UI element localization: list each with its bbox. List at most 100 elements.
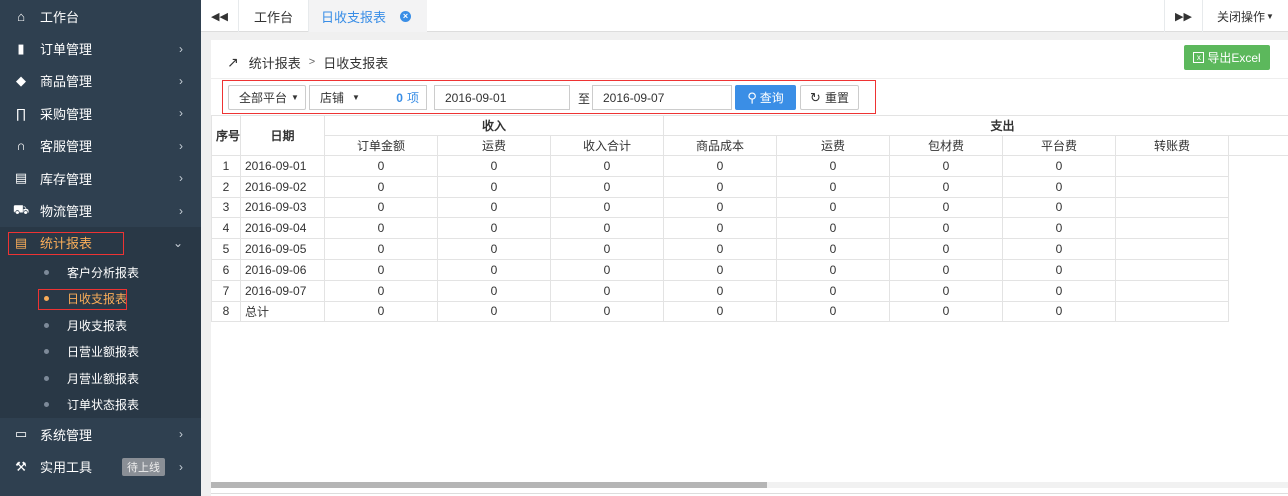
tab-workbench[interactable]: 工作台 <box>239 0 309 32</box>
cell-value: 0 <box>663 238 778 260</box>
sidebar-item-purchase[interactable]: ∏ 采购管理 › <box>0 97 201 129</box>
cell-value: 0 <box>549 217 665 240</box>
sidebar-item-orders[interactable]: ▮ 订单管理 › <box>0 32 201 64</box>
cell-date: 总计 <box>240 300 325 323</box>
chevron-right-icon: › <box>179 138 183 153</box>
chevron-right-icon: › <box>179 459 183 474</box>
submenu-label: 月营业额报表 <box>67 371 140 386</box>
divider <box>211 78 1288 79</box>
sidebar-item-label: 商品管理 <box>40 74 93 90</box>
home-icon: ⌂ <box>17 8 25 24</box>
table-row: 4 2016-09-04 0 0 0 0 0 0 0 <box>211 217 1288 240</box>
column-header-index: 序号 <box>211 115 241 156</box>
caret-down-icon: ▼ <box>352 93 360 102</box>
sidebar-item-service[interactable]: ∩ 客服管理 › <box>0 130 201 162</box>
horizontal-scrollbar[interactable] <box>211 482 1288 488</box>
export-excel-button[interactable]: x 导出Excel <box>1184 45 1270 70</box>
cell-value: 0 <box>776 279 891 302</box>
cell-value <box>1115 196 1230 219</box>
caret-down-icon: ▼ <box>291 93 299 102</box>
column-group-income: 收入 <box>323 115 665 136</box>
cell-index: 6 <box>211 258 241 281</box>
cell-value: 0 <box>324 258 438 281</box>
cell-value: 0 <box>1002 175 1117 198</box>
submenu-label: 月收支报表 <box>67 318 128 333</box>
cell-value: 0 <box>663 175 778 198</box>
cell-value: 0 <box>324 300 438 323</box>
cell-value: 0 <box>663 217 778 240</box>
submenu-item-monthly-income-expense[interactable]: 月收支报表 <box>0 312 201 339</box>
cell-value: 0 <box>437 258 551 281</box>
cell-date: 2016-09-06 <box>240 258 325 281</box>
sidebar-item-tools[interactable]: ⚒ 实用工具 待上线 › <box>0 451 201 483</box>
submenu-label: 订单状态报表 <box>67 398 140 413</box>
cell-date: 2016-09-02 <box>240 175 325 198</box>
cell-value: 0 <box>549 300 665 323</box>
column-header: 转账费 <box>1115 135 1230 156</box>
column-header: 订单金额 <box>324 135 438 156</box>
sidebar-item-logistics[interactable]: ⛟ 物流管理 › <box>0 194 201 226</box>
chevron-right-icon: › <box>179 106 183 121</box>
cell-value: 0 <box>1002 300 1117 323</box>
cell-value <box>1115 217 1230 240</box>
column-header: 包材费 <box>889 135 1004 156</box>
cell-value: 0 <box>324 155 438 177</box>
cell-value: 0 <box>663 155 778 177</box>
cell-index: 5 <box>211 238 241 260</box>
sidebar-item-reports[interactable]: ▤ 统计报表 ⌄ <box>0 226 201 260</box>
refresh-icon: ↻ <box>810 89 821 105</box>
breadcrumb-parent[interactable]: 统计报表 <box>249 53 301 72</box>
report-table-container: 序号 日期 收入 支出 订单金额 运费 收入合计 商品成本 运费 包材费 平台费… <box>211 115 1288 480</box>
cell-value: 0 <box>324 217 438 240</box>
bullet-icon <box>44 269 49 275</box>
submenu-item-daily-revenue[interactable]: 日营业额报表 <box>0 339 201 366</box>
submenu-item-customer-analysis[interactable]: 客户分析报表 <box>0 259 201 286</box>
sidebar: ⌂ 工作台 ▮ 订单管理 › ◆ 商品管理 › ∏ 采购管理 › ∩ 客服管理 … <box>0 0 201 496</box>
cell-index: 4 <box>211 217 241 240</box>
bullet-icon <box>44 349 49 355</box>
tab-daily-report[interactable]: 日收支报表 × <box>309 0 427 32</box>
start-date-input[interactable]: 2016-09-01 <box>434 85 570 110</box>
submenu-item-monthly-revenue[interactable]: 月营业额报表 <box>0 365 201 392</box>
shop-select[interactable]: 店铺 ▼ 0项 <box>309 85 427 110</box>
sidebar-item-label: 物流管理 <box>40 204 93 220</box>
table-row: 7 2016-09-07 0 0 0 0 0 0 0 <box>211 279 1288 302</box>
tab-scroll-left-button[interactable]: ◀◀ <box>201 0 239 32</box>
table-row: 2 2016-09-02 0 0 0 0 0 0 0 <box>211 175 1288 198</box>
table-header-row: 序号 日期 收入 支出 <box>211 115 1288 156</box>
cell-value: 0 <box>324 279 438 302</box>
tab-scroll-right-button[interactable]: ▶▶ <box>1164 0 1202 32</box>
double-chevron-right-icon: ▶▶ <box>1175 10 1192 23</box>
close-operations-dropdown[interactable]: 关闭操作 ▼ <box>1202 0 1288 32</box>
sidebar-item-products[interactable]: ◆ 商品管理 › <box>0 65 201 97</box>
search-icon: ⚲ <box>747 89 757 105</box>
end-date-input[interactable]: 2016-09-07 <box>592 85 732 110</box>
scrollbar-thumb[interactable] <box>211 482 767 488</box>
cell-value <box>1115 300 1230 323</box>
excel-icon: x <box>1193 52 1205 63</box>
column-group-expense: 支出 <box>663 115 1288 136</box>
cell-value <box>1115 238 1230 260</box>
chevron-right-icon: › <box>179 203 183 218</box>
date-range-separator: 至 <box>578 92 591 106</box>
sidebar-item-label: 实用工具 <box>40 460 93 476</box>
breadcrumb: ↗ 统计报表 > 日收支报表 <box>227 52 388 72</box>
reset-button[interactable]: ↻ 重置 <box>800 85 859 110</box>
cell-value: 0 <box>437 196 551 219</box>
submenu-label: 日营业额报表 <box>67 345 140 360</box>
table-subheader-row: 订单金额 运费 收入合计 商品成本 运费 包材费 平台费 转账费 支 <box>211 135 1288 156</box>
sidebar-item-label: 采购管理 <box>40 106 93 122</box>
cell-value: 0 <box>776 238 891 260</box>
cell-value: 0 <box>1002 258 1117 281</box>
sidebar-item-label: 工作台 <box>40 9 80 25</box>
sidebar-item-system[interactable]: ▭ 系统管理 › <box>0 418 201 450</box>
sidebar-item-workbench[interactable]: ⌂ 工作台 <box>0 0 201 32</box>
query-button[interactable]: ⚲ 查询 <box>735 85 796 110</box>
submenu-item-daily-income-expense[interactable]: 日收支报表 <box>0 286 201 313</box>
cell-value: 0 <box>889 258 1004 281</box>
submenu-item-order-status[interactable]: 订单状态报表 <box>0 392 201 419</box>
close-icon[interactable]: × <box>400 10 412 22</box>
sidebar-item-inventory[interactable]: ▤ 库存管理 › <box>0 162 201 194</box>
chevron-right-icon: › <box>179 73 183 88</box>
platform-select[interactable]: 全部平台 ▼ <box>228 85 306 110</box>
